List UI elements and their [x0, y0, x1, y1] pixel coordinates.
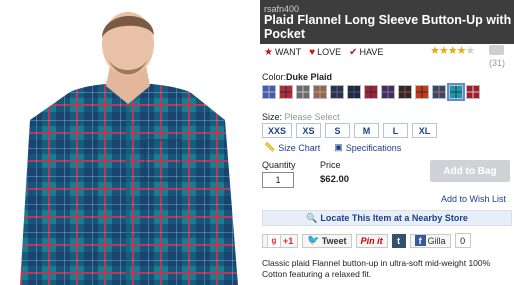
add-to-wish-list-link[interactable]: Add to Wish List: [441, 194, 506, 204]
tweet-button[interactable]: 🐦 Tweet: [302, 233, 352, 248]
specs-icon: ▣: [334, 142, 343, 152]
color-swatch[interactable]: [432, 85, 446, 99]
color-swatch[interactable]: [364, 85, 378, 99]
info-links: 📏 Size Chart ▣ Specifications: [264, 142, 401, 153]
size-option-xl[interactable]: XL: [412, 123, 437, 138]
product-title: Plaid Flannel Long Sleeve Button-Up with…: [264, 13, 512, 41]
comment-icon[interactable]: [489, 45, 504, 55]
star-filled-icon: ★: [456, 45, 467, 57]
size-option-xxs[interactable]: XXS: [262, 123, 292, 138]
color-label: Color:Duke Plaid: [262, 72, 333, 82]
title-bar: rsafn400 Plaid Flannel Long Sleeve Butto…: [260, 0, 514, 44]
locate-store-button[interactable]: 🔍 Locate This Item at a Nearby Store: [262, 210, 512, 226]
size-label: Size: Please Select: [262, 112, 340, 122]
heart-icon: ♥: [309, 46, 316, 58]
star-filled-icon: ★: [438, 45, 449, 57]
color-swatch[interactable]: [330, 85, 344, 99]
google-plus-button[interactable]: g +1: [262, 233, 299, 248]
color-swatch[interactable]: [262, 85, 276, 99]
size-options: XXS XS S M L XL: [262, 123, 437, 138]
product-photo: [0, 0, 255, 285]
color-swatch[interactable]: [347, 85, 361, 99]
have-label: HAVE: [359, 47, 384, 57]
search-icon: 🔍: [306, 212, 318, 223]
ruler-icon: 📏: [264, 142, 276, 152]
color-swatch[interactable]: [466, 85, 480, 99]
have-button[interactable]: ✔ HAVE: [349, 47, 383, 58]
color-swatch[interactable]: [415, 85, 429, 99]
add-to-bag-button[interactable]: Add to Bag: [430, 160, 510, 182]
rating-stars[interactable]: ★★★★★: [430, 44, 476, 57]
pinterest-button[interactable]: Pin it: [355, 233, 388, 248]
google-plus-icon: g: [267, 233, 281, 248]
size-hint: Please Select: [284, 112, 340, 122]
check-icon: ✔: [349, 46, 358, 58]
price-label: Price: [320, 160, 341, 170]
color-swatch[interactable]: [313, 85, 327, 99]
color-swatch[interactable]: [447, 83, 465, 101]
product-description: Classic plaid Flannel button-up in ultra…: [262, 258, 512, 280]
love-button[interactable]: ♥ LOVE: [309, 47, 341, 58]
selected-color: Duke Plaid: [286, 72, 333, 82]
quantity-input[interactable]: 1: [262, 172, 294, 188]
size-chart-link[interactable]: 📏 Size Chart: [264, 142, 320, 153]
color-swatch[interactable]: [398, 85, 412, 99]
facebook-icon: f: [414, 235, 426, 246]
size-option-m[interactable]: M: [354, 123, 379, 138]
share-count: 0: [454, 233, 471, 248]
specifications-link[interactable]: ▣ Specifications: [334, 142, 401, 153]
fancy-button[interactable]: f Gilla: [409, 233, 451, 248]
review-count[interactable]: (31): [489, 58, 505, 68]
color-swatch[interactable]: [296, 85, 310, 99]
social-share-bar: g +1 🐦 Tweet Pin it t f Gilla 0: [262, 233, 471, 248]
star-filled-icon: ★: [430, 45, 440, 57]
price-value: $62.00: [320, 174, 350, 185]
star-filled-icon: ★: [447, 45, 458, 57]
love-label: LOVE: [317, 47, 342, 57]
quantity-label: Quantity: [262, 160, 296, 170]
color-swatch[interactable]: [381, 85, 395, 99]
size-option-xs[interactable]: XS: [296, 123, 321, 138]
color-swatch[interactable]: [279, 85, 293, 99]
product-panel: rsafn400 Plaid Flannel Long Sleeve Butto…: [260, 0, 514, 285]
tumblr-button[interactable]: t: [391, 233, 406, 248]
wishlist-actions: ★ WANT ♥ LOVE ✔ HAVE: [264, 45, 383, 59]
want-label: WANT: [274, 47, 302, 57]
star-empty-icon: ★: [465, 45, 476, 57]
star-icon: ★: [264, 46, 273, 58]
twitter-bird-icon: 🐦: [307, 235, 320, 246]
size-option-s[interactable]: S: [325, 123, 350, 138]
color-swatches: [262, 83, 480, 101]
want-button[interactable]: ★ WANT: [264, 47, 301, 58]
size-option-l[interactable]: L: [383, 123, 408, 138]
